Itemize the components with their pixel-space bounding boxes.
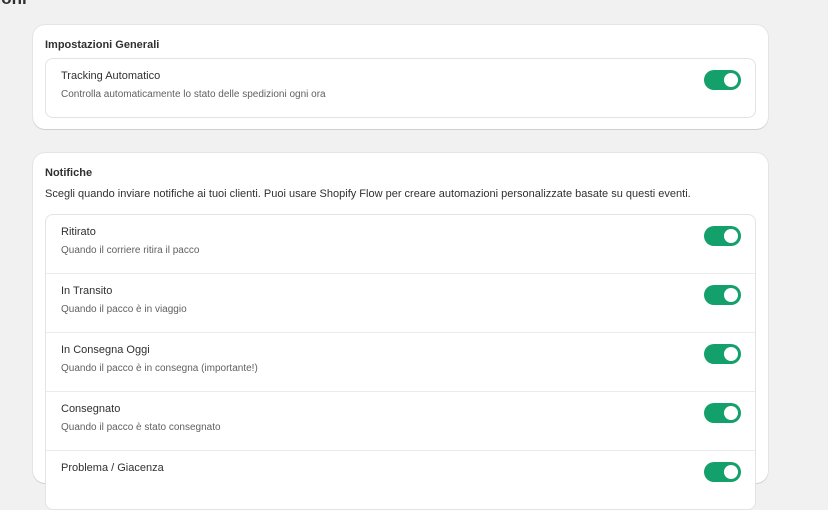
page-title: zioni: [0, 0, 27, 9]
toggle-knob: [724, 73, 738, 87]
delivered-toggle[interactable]: [704, 403, 741, 423]
general-settings-list: Tracking Automatico Controlla automatica…: [45, 58, 756, 118]
setting-subtitle: Controlla automaticamente lo stato delle…: [61, 89, 326, 100]
notification-row-picked-up: Ritirato Quando il corriere ritira il pa…: [46, 215, 755, 274]
toggle-knob: [724, 229, 738, 243]
notifications-card: Notifiche Scegli quando inviare notifich…: [33, 153, 768, 510]
notification-title: Ritirato: [61, 226, 96, 238]
notification-title: In Consegna Oggi: [61, 344, 150, 356]
toggle-knob: [724, 465, 738, 479]
setting-row-auto-tracking: Tracking Automatico Controlla automatica…: [46, 59, 755, 117]
general-settings-card: Impostazioni Generali Tracking Automatic…: [33, 25, 768, 129]
in-transit-toggle[interactable]: [704, 285, 741, 305]
notification-row-problem: Problema / Giacenza: [46, 451, 755, 509]
toggle-knob: [724, 347, 738, 361]
setting-title: Tracking Automatico: [61, 70, 161, 82]
notification-title: Problema / Giacenza: [61, 462, 164, 474]
notification-row-delivered: Consegnato Quando il pacco è stato conse…: [46, 392, 755, 451]
notification-subtitle: Quando il pacco è in viaggio: [61, 304, 187, 315]
general-settings-title: Impostazioni Generali: [45, 39, 160, 51]
picked-up-toggle[interactable]: [704, 226, 741, 246]
notification-title: In Transito: [61, 285, 113, 297]
toggle-knob: [724, 406, 738, 420]
notifications-title: Notifiche: [45, 167, 93, 179]
notifications-description: Scegli quando inviare notifiche ai tuoi …: [45, 188, 691, 200]
notification-row-out-for-delivery: In Consegna Oggi Quando il pacco è in co…: [46, 333, 755, 392]
notification-title: Consegnato: [61, 403, 121, 415]
out-for-delivery-toggle[interactable]: [704, 344, 741, 364]
problem-toggle[interactable]: [704, 462, 741, 482]
notification-subtitle: Quando il corriere ritira il pacco: [61, 245, 200, 256]
notification-subtitle: Quando il pacco è in consegna (important…: [61, 363, 258, 374]
notification-row-in-transit: In Transito Quando il pacco è in viaggio: [46, 274, 755, 333]
notification-subtitle: Quando il pacco è stato consegnato: [61, 422, 221, 433]
auto-tracking-toggle[interactable]: [704, 70, 741, 90]
toggle-knob: [724, 288, 738, 302]
